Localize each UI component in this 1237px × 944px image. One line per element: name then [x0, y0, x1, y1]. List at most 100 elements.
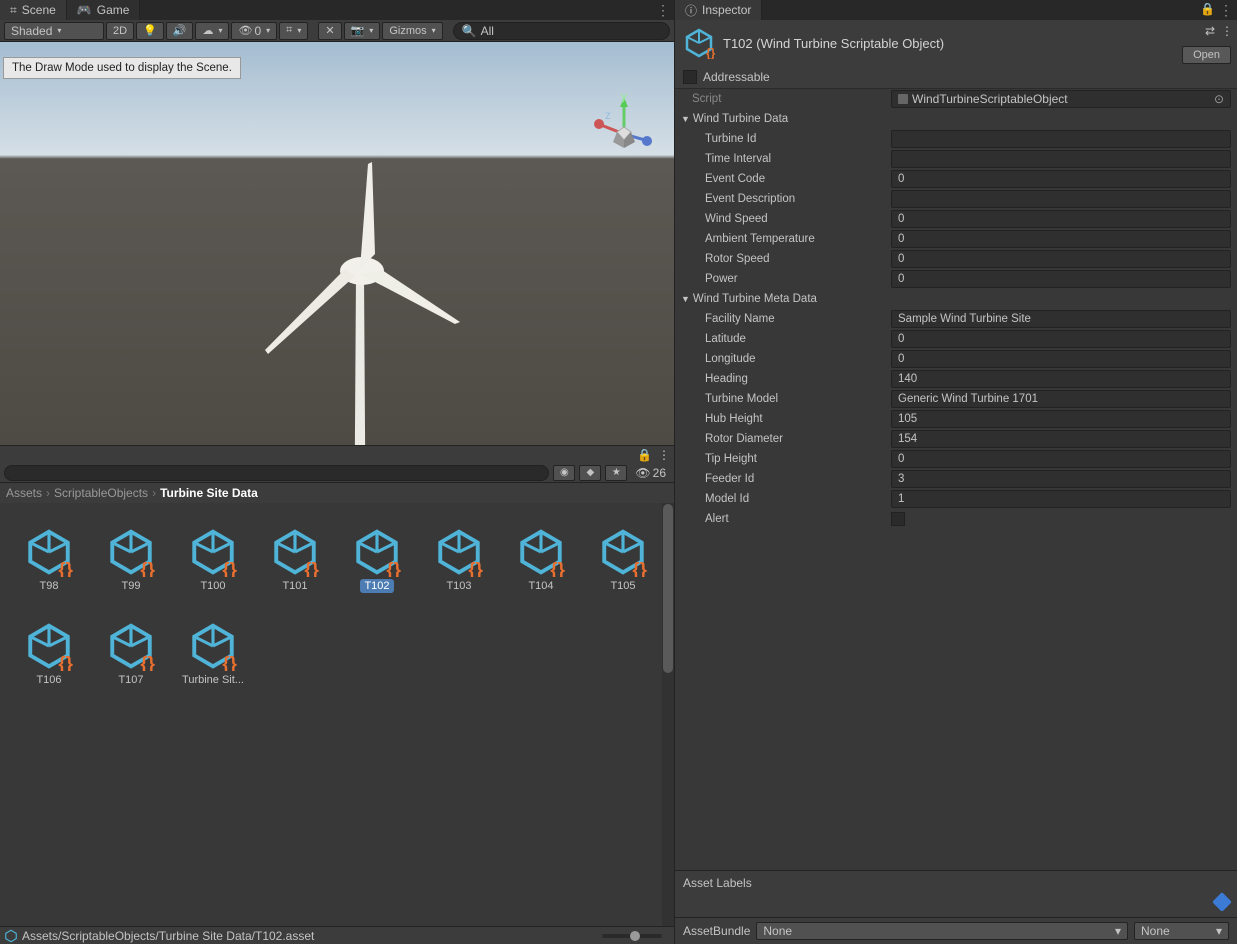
- tab-scene-label: Scene: [22, 3, 56, 17]
- alert-row: Alert: [675, 509, 1237, 529]
- property-input[interactable]: 0: [891, 270, 1231, 288]
- property-list: Script WindTurbineScriptableObject⊙ ▼ Wi…: [675, 89, 1237, 529]
- property-row: Hub Height105: [675, 409, 1237, 429]
- grid-dropdown[interactable]: ⌗: [279, 22, 308, 40]
- script-row: Script WindTurbineScriptableObject⊙: [675, 89, 1237, 109]
- preset-icon[interactable]: ⇄: [1205, 24, 1215, 38]
- camera-dropdown[interactable]: 📷: [344, 22, 381, 40]
- property-input[interactable]: 0: [891, 350, 1231, 368]
- property-input[interactable]: 105: [891, 410, 1231, 428]
- hidden-count[interactable]: 👁 26: [631, 466, 670, 480]
- shading-dropdown[interactable]: Shaded: [4, 22, 104, 40]
- property-label: Hub Height: [681, 413, 891, 425]
- property-input[interactable]: 1: [891, 490, 1231, 508]
- tab-inspector[interactable]: ⓘ Inspector: [675, 0, 762, 20]
- 2d-toggle[interactable]: 2D: [106, 22, 134, 40]
- asset-item[interactable]: {} T104: [500, 513, 582, 607]
- asset-item[interactable]: {} T101: [254, 513, 336, 607]
- property-input[interactable]: 0: [891, 210, 1231, 228]
- property-input[interactable]: 0: [891, 450, 1231, 468]
- section-wind-turbine-meta-data[interactable]: ▼ Wind Turbine Meta Data: [675, 289, 1237, 309]
- property-input[interactable]: 0: [891, 170, 1231, 188]
- tab-menu-icon[interactable]: ⋮: [656, 2, 670, 19]
- property-label: Longitude: [681, 353, 891, 365]
- open-button[interactable]: Open: [1182, 46, 1231, 64]
- property-input[interactable]: 3: [891, 470, 1231, 488]
- breadcrumb-current[interactable]: Turbine Site Data: [160, 486, 258, 500]
- object-picker-icon[interactable]: ⊙: [1214, 92, 1224, 106]
- asset-item[interactable]: {} T105: [582, 513, 664, 607]
- section-wind-turbine-data[interactable]: ▼ Wind Turbine Data: [675, 109, 1237, 129]
- asset-label: T106: [32, 673, 65, 687]
- wind-turbine-model: [260, 154, 470, 445]
- breadcrumb-assets[interactable]: Assets: [6, 486, 42, 500]
- addressable-checkbox[interactable]: [683, 70, 697, 84]
- filter-type-button[interactable]: ◉: [553, 465, 575, 481]
- scriptable-object-icon: {}: [516, 527, 566, 577]
- asset-bundle-dropdown[interactable]: None▾: [756, 922, 1128, 940]
- property-row: Heading140: [675, 369, 1237, 389]
- svg-text:{}: {}: [304, 558, 319, 577]
- property-label: Rotor Diameter: [681, 433, 891, 445]
- favorite-button[interactable]: ★: [605, 465, 627, 481]
- svg-text:{}: {}: [550, 558, 565, 577]
- asset-item[interactable]: {} T102: [336, 513, 418, 607]
- property-label: Heading: [681, 373, 891, 385]
- tab-game[interactable]: 🎮 Game: [67, 0, 141, 20]
- lock-icon[interactable]: 🔒: [637, 448, 652, 462]
- property-row: Rotor Speed0: [675, 249, 1237, 269]
- orientation-gizmo[interactable]: y z: [589, 92, 659, 162]
- property-input[interactable]: Sample Wind Turbine Site: [891, 310, 1231, 328]
- property-label: Event Description: [681, 193, 891, 205]
- asset-item[interactable]: {} T100: [172, 513, 254, 607]
- breadcrumb: Assets › ScriptableObjects › Turbine Sit…: [0, 483, 674, 503]
- property-input[interactable]: 0: [891, 230, 1231, 248]
- breadcrumb-folder[interactable]: ScriptableObjects: [54, 486, 148, 500]
- tab-scene[interactable]: ⌗ Scene: [0, 0, 67, 20]
- property-input[interactable]: 154: [891, 430, 1231, 448]
- script-field[interactable]: WindTurbineScriptableObject⊙: [891, 90, 1231, 108]
- scriptable-object-icon: {}: [106, 527, 156, 577]
- audio-toggle[interactable]: 🔊: [166, 22, 194, 40]
- property-input[interactable]: Generic Wind Turbine 1701: [891, 390, 1231, 408]
- gizmos-dropdown[interactable]: Gizmos: [382, 22, 442, 40]
- property-label: Tip Height: [681, 453, 891, 465]
- property-label: Facility Name: [681, 313, 891, 325]
- property-input[interactable]: 0: [891, 330, 1231, 348]
- lighting-toggle[interactable]: 💡: [136, 22, 164, 40]
- slider-knob[interactable]: [630, 931, 640, 941]
- icon-size-slider[interactable]: [602, 934, 662, 938]
- alert-checkbox[interactable]: [891, 512, 905, 526]
- asset-item[interactable]: {} T98: [8, 513, 90, 607]
- header-menu-icon[interactable]: ⋮: [1221, 24, 1233, 38]
- asset-grid[interactable]: {} T98 {} T99 {} T100 {} T101 {} T102 {}…: [0, 503, 674, 926]
- tools-button[interactable]: ✕: [318, 22, 341, 40]
- property-row: Rotor Diameter154: [675, 429, 1237, 449]
- asset-item[interactable]: {} T99: [90, 513, 172, 607]
- asset-item[interactable]: {} Turbine Sit...: [172, 607, 254, 701]
- visibility-dropdown[interactable]: 👁 0: [231, 22, 277, 40]
- property-input[interactable]: 140: [891, 370, 1231, 388]
- scene-viewport[interactable]: The Draw Mode used to display the Scene.…: [0, 42, 674, 445]
- property-label: Rotor Speed: [681, 253, 891, 265]
- panel-menu-icon[interactable]: ⋮: [658, 448, 670, 462]
- property-input[interactable]: [891, 190, 1231, 208]
- fx-dropdown[interactable]: ☁: [195, 22, 229, 40]
- scene-search[interactable]: 🔍 All: [453, 22, 670, 40]
- property-input[interactable]: 0: [891, 250, 1231, 268]
- property-label: Latitude: [681, 333, 891, 345]
- asset-item[interactable]: {} T106: [8, 607, 90, 701]
- lock-icon[interactable]: 🔒: [1200, 2, 1215, 16]
- asset-bundle-variant-dropdown[interactable]: None▾: [1134, 922, 1229, 940]
- asset-label: Turbine Sit...: [178, 673, 248, 687]
- property-input[interactable]: [891, 130, 1231, 148]
- asset-item[interactable]: {} T107: [90, 607, 172, 701]
- scrollbar-thumb[interactable]: [663, 504, 673, 673]
- filter-label-button[interactable]: ◆: [579, 465, 601, 481]
- asset-label: T105: [606, 579, 639, 593]
- asset-item[interactable]: {} T103: [418, 513, 500, 607]
- property-input[interactable]: [891, 150, 1231, 168]
- inspector-menu-icon[interactable]: ⋮: [1219, 2, 1233, 19]
- scrollbar[interactable]: [662, 503, 674, 926]
- project-search-input[interactable]: [4, 465, 549, 481]
